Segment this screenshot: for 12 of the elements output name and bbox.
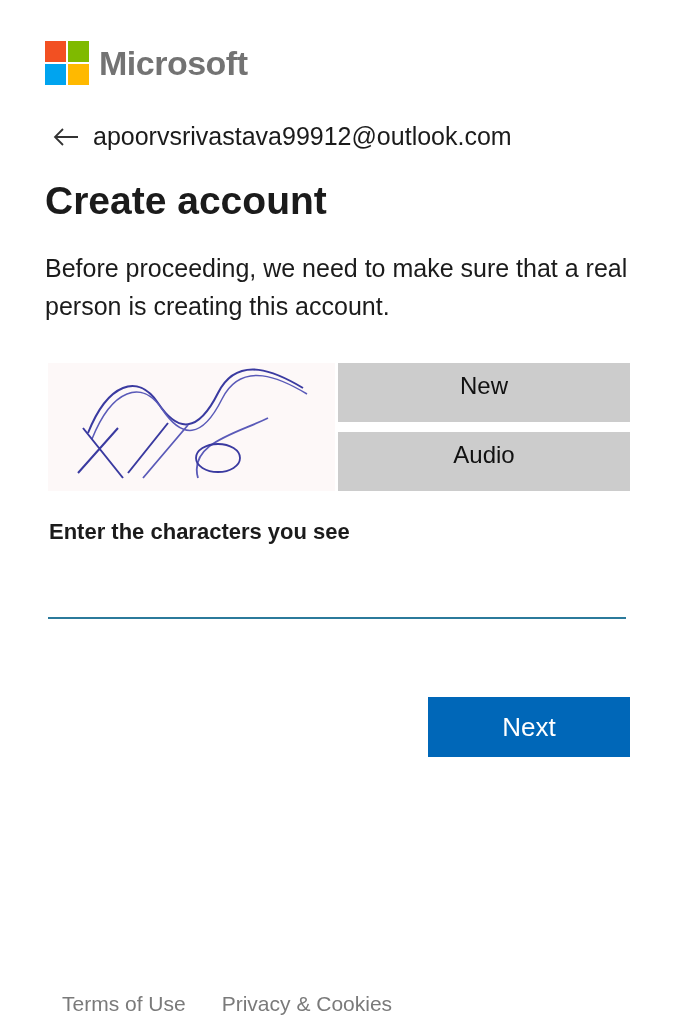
- back-arrow-icon[interactable]: [53, 126, 79, 147]
- footer-link[interactable]: Terms of Use: [62, 992, 186, 1016]
- microsoft-logo-icon: [45, 41, 89, 85]
- next-button[interactable]: Next: [428, 697, 630, 757]
- brand-name: Microsoft: [99, 43, 248, 83]
- footer-link[interactable]: Privacy & Cookies: [221, 992, 393, 1016]
- description-text: Before proceeding, we need to make sure that a real person is creating this account.: [45, 253, 629, 322]
- field-label: Enter the characters you see: [49, 519, 351, 545]
- captcha-option-button[interactable]: New: [338, 363, 630, 422]
- captcha-option-button[interactable]: Audio: [338, 432, 630, 491]
- page-title: Create account: [45, 179, 328, 223]
- account-email: apoorvsrivastava99912@outlook.com: [93, 122, 512, 151]
